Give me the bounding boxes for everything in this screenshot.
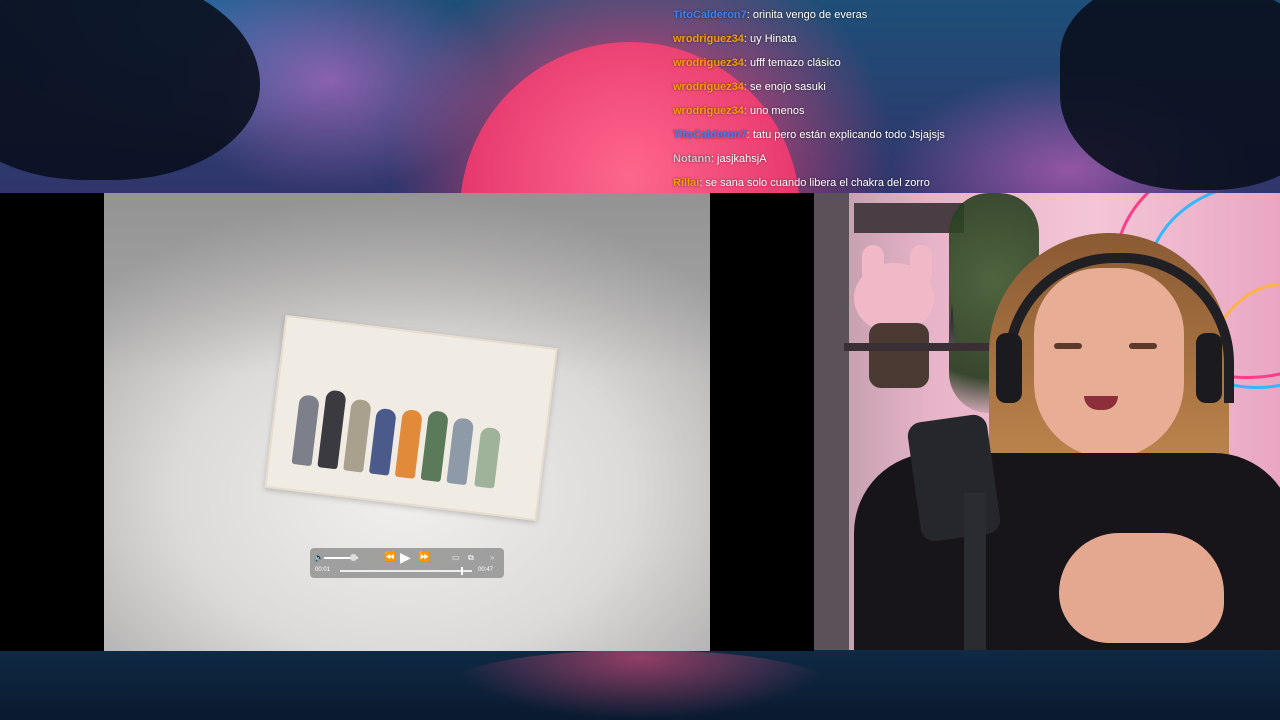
photo-figure: [474, 426, 502, 489]
chat-message: Notann: jasjkahsjA: [673, 148, 1273, 172]
progress-bar[interactable]: [340, 570, 472, 572]
time-remaining: 00:47: [478, 567, 494, 573]
chat-message: wrodriguez34: ufff temazo clásico: [673, 52, 1273, 76]
chat-text: : tatu pero están explicando todo Jsjajs…: [746, 129, 945, 141]
chat-text: : ufff temazo clásico: [743, 57, 841, 69]
chat-text: : se sana solo cuando libera el chakra d…: [699, 177, 930, 189]
progress-playhead[interactable]: [461, 567, 464, 575]
chat-username: wrodriguez34: [673, 33, 744, 45]
fast-forward-icon[interactable]: ⏩: [418, 553, 430, 563]
chat-username: Rillai: [673, 177, 700, 189]
chat-text: : orinita vengo de everas: [746, 9, 868, 21]
plush-toy-body: [869, 323, 929, 388]
chat-username: wrodriguez34: [673, 105, 744, 117]
chat-username: Notann: [673, 153, 711, 165]
chat-text: : se enojo sasuki: [743, 81, 826, 93]
chat-username: TitoCalderon7: [673, 129, 747, 141]
photo-figure: [317, 389, 347, 470]
chat-overlay: TitoCalderon7: orinita vengo de everas w…: [673, 4, 1273, 196]
chat-text: : uno menos: [743, 105, 805, 117]
chat-text: : uy Hinata: [743, 33, 797, 45]
chat-message: wrodriguez34: se enojo sasuki: [673, 76, 1273, 100]
group-photo: [264, 314, 558, 522]
chat-username: TitoCalderon7: [673, 9, 747, 21]
airplay-icon[interactable]: ▭: [452, 553, 460, 563]
chat-message: wrodriguez34: uy Hinata: [673, 28, 1273, 52]
headphone-earcup: [996, 333, 1022, 403]
room-wall-edge: [814, 193, 849, 650]
microphone-stand: [964, 493, 986, 650]
photo-figure: [291, 394, 320, 467]
chat-username: wrodriguez34: [673, 57, 744, 69]
streamer-face: [1034, 268, 1184, 458]
room-shelf: [844, 343, 1004, 351]
chat-username: wrodriguez34: [673, 81, 744, 93]
photo-figure: [368, 407, 397, 476]
volume-icon[interactable]: 🔈: [314, 553, 324, 563]
more-icon[interactable]: »: [490, 553, 494, 563]
player-controls[interactable]: 🔈 ⏪ ▶ ⏩ ▭ ⧉ » 00:01 00:47: [310, 548, 504, 578]
streamer-eye: [1129, 343, 1157, 349]
background-tree-left: [0, 0, 260, 180]
time-elapsed: 00:01: [315, 567, 331, 573]
streamer-hand: [1059, 533, 1224, 643]
photo-figure: [394, 408, 423, 479]
chat-message: wrodriguez34: uno menos: [673, 100, 1273, 124]
volume-knob[interactable]: [349, 554, 357, 561]
bottom-glow: [450, 650, 830, 720]
photo-figure: [446, 417, 475, 486]
chat-text: : jasjkahsjA: [710, 153, 767, 165]
photo-figure: [420, 410, 449, 483]
streamer-eye: [1054, 343, 1082, 349]
photo-figure: [343, 398, 372, 473]
webcam-feed: [814, 193, 1280, 650]
microphone: [906, 413, 1002, 543]
chat-message: TitoCalderon7: tatu pero están explicand…: [673, 124, 1273, 148]
room-frame: [854, 203, 964, 233]
rewind-icon[interactable]: ⏪: [384, 553, 396, 563]
chat-message: TitoCalderon7: orinita vengo de everas: [673, 4, 1273, 28]
pip-icon[interactable]: ⧉: [468, 553, 474, 563]
headphone-earcup: [1196, 333, 1222, 403]
video-player[interactable]: 🔈 ⏪ ▶ ⏩ ▭ ⧉ » 00:01 00:47: [104, 193, 710, 651]
play-icon[interactable]: ▶: [400, 550, 411, 564]
